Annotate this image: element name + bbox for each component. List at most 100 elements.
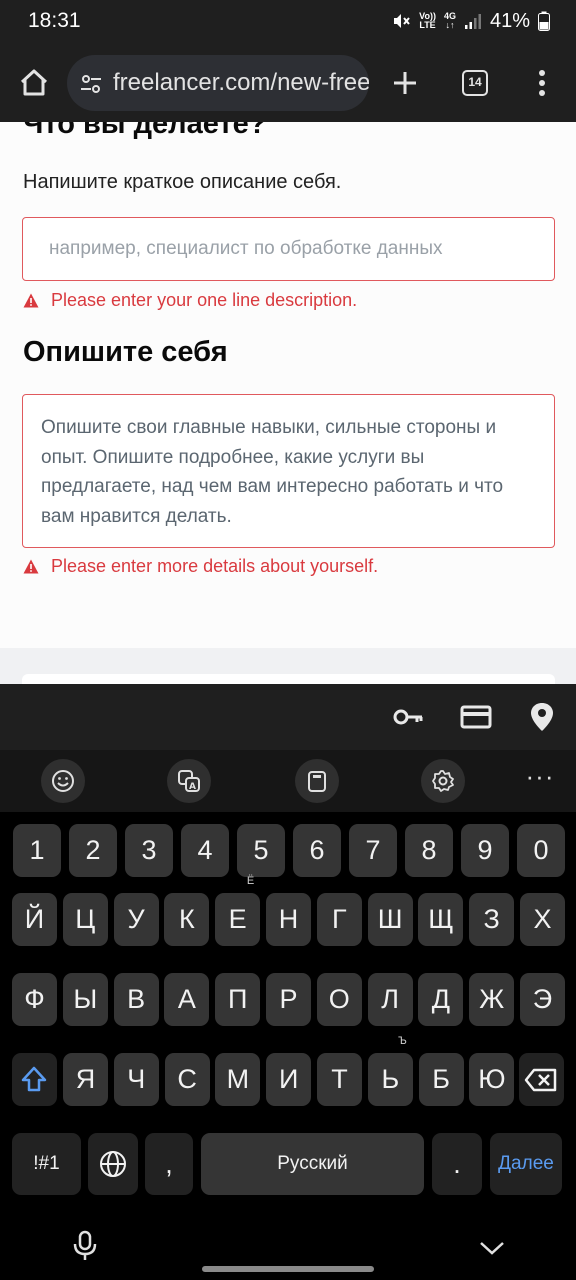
key-Ю[interactable]: Ю	[469, 1053, 515, 1106]
key-7[interactable]: 7	[349, 824, 397, 877]
key-А[interactable]: А	[164, 973, 210, 1026]
comma-key[interactable]: ,	[145, 1133, 193, 1195]
data-indicator: 4G ↓↑	[443, 11, 456, 30]
key-icon[interactable]	[392, 701, 424, 733]
key-В-label: В	[127, 984, 146, 1014]
key-Э-label: Э	[532, 984, 553, 1014]
key-Ш[interactable]: Ш	[367, 893, 413, 946]
key-Я-label: Я	[75, 1064, 96, 1094]
home-gesture-bar[interactable]	[202, 1266, 374, 1272]
key-М[interactable]: М	[215, 1053, 261, 1106]
key-8[interactable]: 8	[405, 824, 453, 877]
tab-switcher-icon[interactable]: 14	[462, 70, 488, 96]
plus-icon[interactable]	[385, 63, 425, 103]
key-Н[interactable]: Н	[266, 893, 311, 946]
warning-icon	[23, 559, 39, 574]
key-Ь[interactable]: ЬЪ	[367, 1036, 413, 1106]
period-key[interactable]: .	[432, 1133, 482, 1195]
tune-icon[interactable]	[79, 72, 103, 96]
key-9[interactable]: 9	[461, 824, 509, 877]
clipboard-icon	[308, 771, 326, 792]
key-Ч-label: Ч	[127, 1064, 146, 1094]
key-Р[interactable]: Р	[266, 973, 311, 1026]
key-Л-label: Л	[381, 984, 399, 1014]
key-Г[interactable]: Г	[316, 893, 362, 946]
key-К[interactable]: К	[164, 893, 210, 946]
backspace-key[interactable]	[519, 1053, 564, 1106]
key-Д[interactable]: Д	[418, 973, 464, 1026]
key-Ы[interactable]: Ы	[62, 973, 108, 1026]
key-З[interactable]: З	[469, 893, 515, 946]
key-8-label: 8	[421, 835, 437, 865]
key-2[interactable]: 2	[69, 824, 117, 877]
key-Х[interactable]: Х	[520, 893, 565, 946]
more-icon[interactable]: ···	[525, 763, 555, 796]
key-В[interactable]: В	[113, 973, 159, 1026]
key-Э[interactable]: Э	[520, 973, 565, 1026]
enter-key[interactable]: Далее	[490, 1133, 562, 1195]
key-4[interactable]: 4	[181, 824, 229, 877]
key-Ы-label: Ы	[73, 984, 98, 1014]
key-3[interactable]: 3	[125, 824, 173, 877]
key-Ц[interactable]: Ц	[62, 893, 108, 946]
key-Я[interactable]: Я	[63, 1053, 108, 1106]
clipboard-button[interactable]	[295, 759, 339, 803]
key-Д-label: Д	[431, 984, 451, 1014]
autofill-bar	[0, 684, 576, 750]
key-Т[interactable]: Т	[317, 1053, 362, 1106]
key-Ф-label: Ф	[24, 984, 45, 1014]
next-section-card	[22, 674, 555, 684]
key-У[interactable]: У	[113, 893, 159, 946]
translate-button[interactable]: A	[167, 759, 211, 803]
keyboard-toolbar: A ···	[0, 750, 576, 812]
key-Л[interactable]: Л	[367, 973, 413, 1026]
key-Б-label: Б	[432, 1064, 450, 1094]
emoji-button[interactable]	[41, 759, 85, 803]
home-icon[interactable]	[14, 63, 54, 103]
short-description-field[interactable]	[22, 217, 555, 281]
symbols-key[interactable]: !#1	[12, 1133, 81, 1195]
key-1[interactable]: 1	[13, 824, 61, 877]
error-one-line: Please enter your one line description.	[23, 290, 357, 311]
more-vert-icon[interactable]	[527, 63, 557, 103]
address-bar[interactable]: freelancer.com/new-free	[67, 55, 369, 111]
key-И[interactable]: И	[266, 1053, 312, 1106]
key-Щ-label: Щ	[428, 904, 454, 934]
credit-card-icon[interactable]	[460, 701, 492, 733]
key-6-label: 6	[309, 835, 325, 865]
translate-icon: A	[178, 770, 200, 792]
key-П-label: П	[227, 984, 248, 1014]
key-5[interactable]: 5	[237, 824, 285, 877]
key-Ч[interactable]: Ч	[113, 1053, 159, 1106]
keyboard: A ··· 123456 7 890 ЙЦУКЕЁ НГШЩЗХ ФЫВАПРОЛ ДЖЭ Я…	[0, 750, 576, 1280]
key-Й[interactable]: Й	[12, 893, 57, 946]
key-Щ[interactable]: Щ	[418, 893, 464, 946]
settings-button[interactable]	[421, 759, 465, 803]
mic-icon[interactable]	[71, 1230, 99, 1262]
key-Е[interactable]: ЕЁ	[215, 876, 261, 946]
short-description-input[interactable]	[23, 218, 554, 280]
key-Н-label: Н	[278, 904, 299, 934]
language-key[interactable]	[88, 1133, 138, 1195]
chevron-down-icon[interactable]	[478, 1238, 506, 1258]
about-yourself-textarea[interactable]: Опишите свои главные навыки, сильные сто…	[22, 394, 555, 548]
key-О[interactable]: О	[316, 973, 362, 1026]
key-С-label: С	[177, 1064, 197, 1094]
about-yourself-placeholder[interactable]: Опишите свои главные навыки, сильные сто…	[41, 413, 541, 531]
key-П[interactable]: П	[215, 973, 261, 1026]
shift-key[interactable]	[12, 1053, 57, 1106]
key-7-label: 7	[365, 835, 381, 865]
key-Ш-label: Ш	[377, 904, 403, 934]
space-key[interactable]: Русский	[201, 1133, 424, 1195]
key-С[interactable]: С	[164, 1053, 210, 1106]
key-Б[interactable]: Б	[418, 1053, 464, 1106]
emoji-icon	[52, 770, 74, 792]
key-6[interactable]: 6	[293, 824, 341, 877]
battery-icon	[538, 11, 550, 31]
url-text[interactable]: freelancer.com/new-free	[113, 69, 369, 97]
key-0[interactable]: 0	[517, 824, 565, 877]
location-icon[interactable]	[526, 701, 558, 733]
key-Ф[interactable]: Ф	[12, 973, 57, 1026]
key-Ж[interactable]: Ж	[469, 973, 515, 1026]
key-0-label: 0	[533, 835, 549, 865]
